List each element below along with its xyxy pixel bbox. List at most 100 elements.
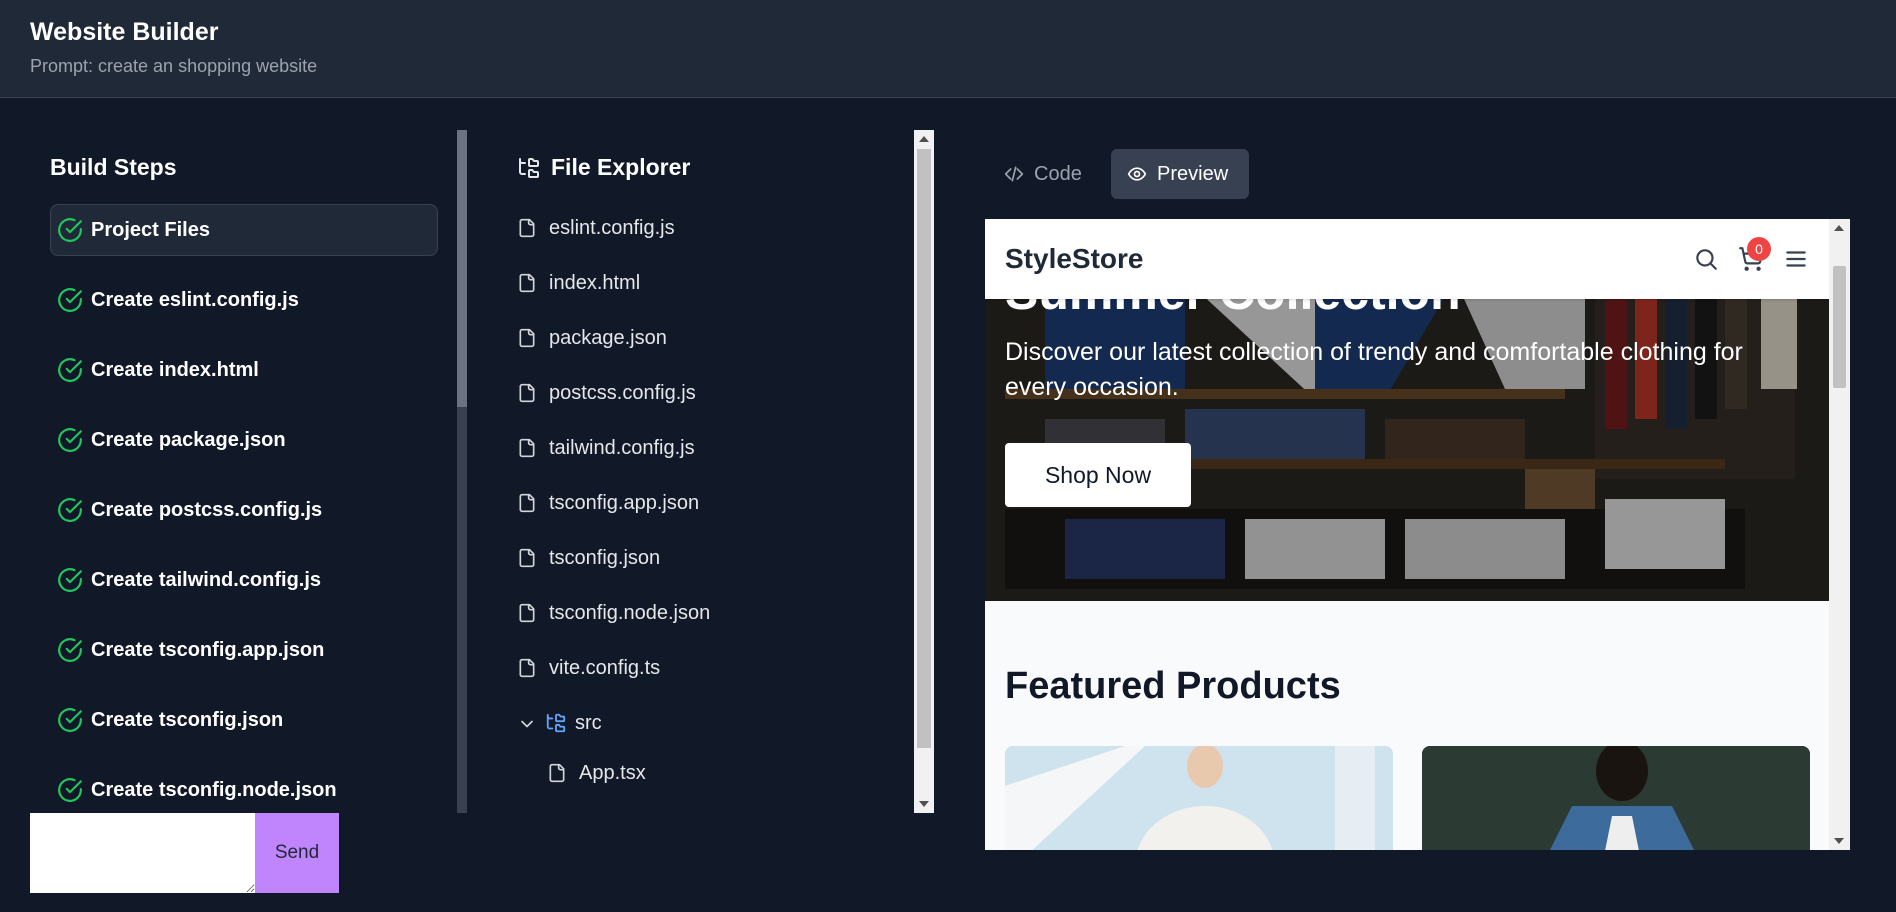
steps-scrollbar[interactable] [457, 130, 467, 813]
step-label: Create eslint.config.js [91, 288, 299, 311]
file-icon [517, 437, 537, 459]
file-explorer-heading: File Explorer [551, 154, 691, 180]
build-steps-heading: Build Steps [50, 154, 177, 180]
step-label: Create tsconfig.json [91, 708, 284, 731]
file-item[interactable]: App.tsx [517, 758, 897, 813]
prompt-input[interactable] [30, 813, 255, 893]
file-item[interactable]: tsconfig.app.json [517, 488, 897, 543]
menu-icon[interactable] [1783, 246, 1809, 272]
file-icon [517, 217, 537, 239]
file-name: tsconfig.node.json [549, 602, 711, 624]
step-item[interactable]: Create tsconfig.app.json [50, 624, 438, 676]
step-label: Create tsconfig.app.json [91, 638, 325, 661]
check-circle-icon [57, 497, 83, 523]
step-item[interactable]: Project Files [50, 204, 438, 256]
app-header: Website Builder Prompt: create an shoppi… [0, 0, 1896, 98]
file-name: index.html [549, 272, 641, 294]
file-item[interactable]: index.html [517, 268, 897, 323]
file-name: package.json [549, 327, 667, 349]
search-icon[interactable] [1693, 246, 1719, 272]
step-item[interactable]: Create index.html [50, 344, 438, 396]
step-label: Project Files [91, 218, 210, 241]
file-icon [547, 762, 567, 784]
file-name: vite.config.ts [549, 657, 661, 679]
step-label: Create postcss.config.js [91, 498, 323, 521]
file-item[interactable]: package.json [517, 323, 897, 378]
store-navbar: StyleStore 0 [985, 219, 1829, 299]
file-name: tsconfig.app.json [549, 492, 700, 514]
file-explorer-panel: File Explorer eslint.config.js index.htm… [500, 130, 912, 813]
scroll-up-arrow-icon[interactable] [919, 136, 929, 142]
step-label: Create package.json [91, 428, 286, 451]
steps-scrollbar-thumb[interactable] [457, 130, 467, 407]
scroll-down-arrow-icon[interactable] [1834, 838, 1844, 844]
cart-count-badge: 0 [1747, 237, 1771, 261]
file-icon [517, 657, 537, 679]
tab-preview-label: Preview [1157, 162, 1229, 185]
folder-item-src[interactable]: src [517, 708, 897, 758]
build-steps-list: Project Files Create eslint.config.js Cr… [50, 204, 438, 813]
step-item[interactable]: Create package.json [50, 414, 438, 466]
check-circle-icon [57, 357, 83, 383]
folder-tree-icon [517, 156, 551, 180]
step-item[interactable]: Create eslint.config.js [50, 274, 438, 326]
file-item[interactable]: postcss.config.js [517, 378, 897, 433]
explorer-scrollbar[interactable] [914, 130, 934, 813]
check-circle-icon [57, 427, 83, 453]
preview-scrollbar-thumb[interactable] [1833, 266, 1846, 388]
step-item[interactable]: Create tsconfig.json [50, 694, 438, 746]
build-steps-panel: Build Steps Project Files Create eslint.… [30, 130, 458, 813]
folder-tree-icon [545, 712, 567, 734]
file-name: tsconfig.json [549, 547, 661, 569]
check-circle-icon [57, 287, 83, 313]
check-circle-icon [57, 567, 83, 593]
file-icon [517, 327, 537, 349]
product-card[interactable] [1005, 746, 1393, 850]
check-circle-icon [57, 637, 83, 663]
file-icon [517, 272, 537, 294]
explorer-scrollbar-thumb[interactable] [917, 149, 931, 748]
file-item[interactable]: tsconfig.node.json [517, 598, 897, 653]
step-item[interactable]: Create tailwind.config.js [50, 554, 438, 606]
step-item[interactable]: Create postcss.config.js [50, 484, 438, 536]
shop-now-button[interactable]: Shop Now [1005, 443, 1191, 507]
file-item[interactable]: eslint.config.js [517, 213, 897, 268]
tab-code-label: Code [1034, 162, 1082, 185]
file-item[interactable]: vite.config.ts [517, 653, 897, 708]
file-item[interactable]: tsconfig.json [517, 543, 897, 598]
eye-icon [1127, 164, 1157, 184]
product-card[interactable] [1422, 746, 1810, 850]
file-name: tailwind.config.js [549, 437, 695, 459]
file-name: postcss.config.js [549, 382, 696, 404]
step-item[interactable]: Create tsconfig.node.json [50, 764, 438, 813]
step-label: Create index.html [91, 358, 259, 381]
app-title: Website Builder [30, 18, 219, 46]
file-icon [517, 382, 537, 404]
step-label: Create tsconfig.node.json [91, 778, 337, 801]
product-image [1005, 746, 1393, 850]
file-explorer-header: File Explorer [517, 154, 690, 181]
chevron-down-icon[interactable] [517, 714, 537, 734]
preview-scrollbar[interactable] [1829, 219, 1850, 850]
file-name: App.tsx [579, 762, 646, 784]
store-logo[interactable]: StyleStore [1005, 243, 1144, 275]
check-circle-icon [57, 707, 83, 733]
prompt-text: Prompt: create an shopping website [30, 56, 318, 76]
send-button[interactable]: Send [255, 813, 339, 893]
preview-frame: Summer Collection Discover our latest co… [985, 219, 1850, 850]
featured-products-heading: Featured Products [1005, 665, 1341, 707]
file-name: eslint.config.js [549, 217, 675, 239]
tab-preview[interactable]: Preview [1111, 149, 1249, 199]
file-icon [517, 547, 537, 569]
tab-code[interactable]: Code [988, 149, 1098, 199]
scroll-up-arrow-icon[interactable] [1834, 225, 1844, 231]
product-image [1422, 746, 1810, 850]
file-item[interactable]: tailwind.config.js [517, 433, 897, 488]
code-icon [1004, 164, 1034, 184]
hero-subtitle: Discover our latest collection of trendy… [1005, 338, 1743, 401]
file-icon [517, 602, 537, 624]
folder-name: src [575, 712, 602, 734]
scroll-down-arrow-icon[interactable] [919, 801, 929, 807]
file-icon [517, 492, 537, 514]
step-label: Create tailwind.config.js [91, 568, 322, 591]
